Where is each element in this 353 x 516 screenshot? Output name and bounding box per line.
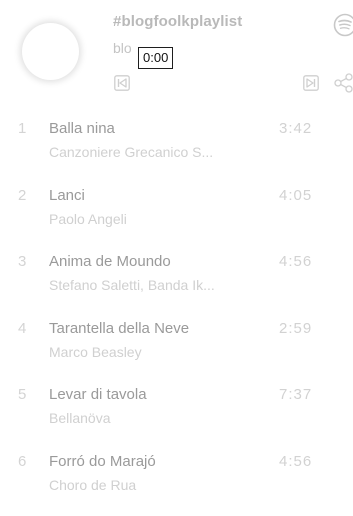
track-row[interactable]: 1 Balla nina Canzoniere Grecanico S... 3… [0,117,353,184]
spotify-icon[interactable] [333,13,353,37]
track-number: 1 [18,120,26,137]
track-title[interactable]: Balla nina [49,120,115,137]
share-icon[interactable] [333,73,353,93]
track-row[interactable]: 4 Tarantella della Neve Marco Beasley 2:… [0,317,353,384]
track-title[interactable]: Levar di tavola [49,386,147,403]
track-title[interactable]: Tarantella della Neve [49,320,189,337]
track-number: 3 [18,253,26,270]
track-number: 2 [18,187,26,204]
track-artist: Bellanöva [49,410,111,426]
track-row[interactable]: 5 Levar di tavola Bellanöva 7:37 [0,383,353,450]
track-row[interactable]: 3 Anima de Moundo Stefano Saletti, Banda… [0,250,353,317]
track-duration: 4:56 [279,253,312,270]
track-number: 6 [18,453,26,470]
playlist-title[interactable]: #blogfoolkplaylist [113,13,242,30]
track-row[interactable]: 2 Lanci Paolo Angeli 4:05 [0,184,353,251]
track-duration: 3:42 [279,120,312,137]
track-artist: Choro de Rua [49,477,136,493]
skip-next-icon[interactable] [303,75,319,91]
track-artist: Stefano Saletti, Banda Ik... [49,277,215,293]
track-row[interactable]: 6 Forró do Marajó Choro de Rua 4:56 [0,450,353,516]
track-artist: Canzoniere Grecanico S... [49,144,213,160]
player-header: #blogfoolkplaylist blo 0:00 [0,0,353,112]
track-title[interactable]: Lanci [49,187,85,204]
skip-previous-icon[interactable] [114,75,130,91]
track-duration: 4:56 [279,453,312,470]
track-list: 1 Balla nina Canzoniere Grecanico S... 3… [0,117,353,516]
track-number: 5 [18,386,26,403]
current-time-tooltip: 0:00 [138,47,173,69]
track-artist: Paolo Angeli [49,211,127,227]
track-number: 4 [18,320,26,337]
track-duration: 4:05 [279,187,312,204]
track-duration: 7:37 [279,386,312,403]
track-title[interactable]: Anima de Moundo [49,253,171,270]
track-artist: Marco Beasley [49,344,142,360]
track-title[interactable]: Forró do Marajó [49,453,156,470]
playlist-subtitle: blo [113,40,132,56]
track-duration: 2:59 [279,320,312,337]
album-cover[interactable] [22,23,79,80]
